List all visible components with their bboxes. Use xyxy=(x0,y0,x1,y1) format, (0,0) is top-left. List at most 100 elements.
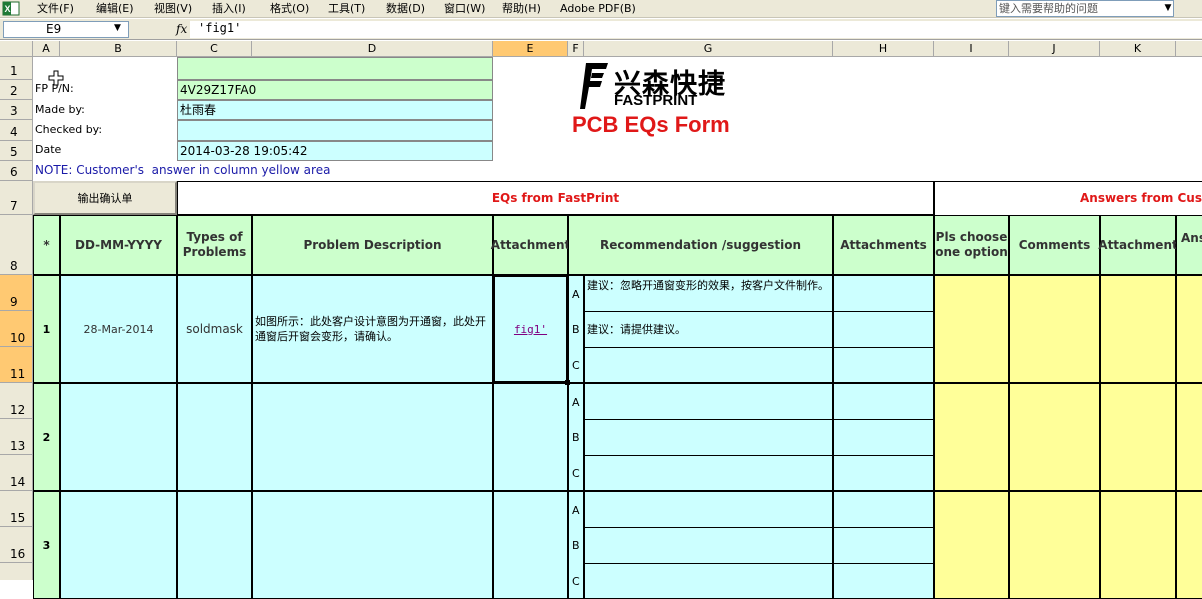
made-by-value[interactable]: 杜雨春 xyxy=(177,100,493,120)
menu-help[interactable]: 帮助(H) xyxy=(502,1,541,16)
menu-view[interactable]: 视图(V) xyxy=(154,1,192,16)
choose-option-cell[interactable] xyxy=(934,383,1009,491)
column-header-c[interactable]: C xyxy=(177,41,252,57)
column-header-i[interactable]: I xyxy=(934,41,1009,57)
made-by-label: Made by: xyxy=(35,103,85,116)
menu-window[interactable]: 窗口(W) xyxy=(444,1,485,16)
option-b-text[interactable]: 建议：请提供建议。 xyxy=(587,322,831,337)
row-header-10[interactable]: 10 xyxy=(0,311,33,347)
chevron-down-icon[interactable]: ▼ xyxy=(114,23,121,33)
row-number: 13 xyxy=(10,439,26,453)
row-number: 6 xyxy=(10,165,18,179)
header-blank-cell[interactable] xyxy=(177,57,493,80)
row-header-16[interactable]: 16 xyxy=(0,527,33,563)
comments-cell[interactable] xyxy=(1009,491,1100,599)
cursor-icon xyxy=(48,70,64,86)
eq-date[interactable] xyxy=(60,491,177,599)
eq-attachment-link[interactable]: fig1' xyxy=(493,275,568,383)
option-a-text[interactable]: 建议：忽略开通窗变形的效果，按客户文件制作。 xyxy=(587,278,831,293)
column-header-g[interactable]: G xyxy=(584,41,833,57)
header-attachment: Attachment xyxy=(491,215,570,275)
date-value[interactable]: 2014-03-28 19:05:42 xyxy=(177,141,493,161)
eq-number: 3 xyxy=(33,491,60,599)
function-icon[interactable]: fx xyxy=(176,22,187,36)
row-header-11[interactable]: 11 xyxy=(0,347,33,383)
fill-handle[interactable] xyxy=(565,380,570,385)
row-header-15[interactable]: 15 xyxy=(0,491,33,527)
eq-type[interactable] xyxy=(177,383,252,491)
answer-cell[interactable] xyxy=(1176,383,1202,491)
column-header-f[interactable]: F xyxy=(568,41,584,57)
name-box[interactable]: E9 xyxy=(3,21,129,38)
row-header-5[interactable]: 5 xyxy=(0,141,33,161)
header-customer-attachment: Attachment xyxy=(1098,215,1178,275)
eq-attachments-cell[interactable] xyxy=(833,383,934,491)
eq-problem-description[interactable] xyxy=(252,491,493,599)
column-header-a[interactable]: A xyxy=(33,41,60,57)
checked-by-label: Checked by: xyxy=(35,123,103,136)
eq-problem-description[interactable]: 如图所示：此处客户设计意图为开通窗，此处开通窗后开窗会变形，请确认。 xyxy=(252,275,493,383)
fp-pn-value[interactable]: 4V29Z17FA0 xyxy=(177,80,493,100)
option-letter: C xyxy=(572,359,580,372)
excel-icon[interactable]: X xyxy=(2,1,20,16)
eq-attachments-cell[interactable] xyxy=(833,275,934,383)
column-header-j[interactable]: J xyxy=(1009,41,1100,57)
menu-tools[interactable]: 工具(T) xyxy=(328,1,365,16)
row-header-1[interactable]: 1 xyxy=(0,57,33,80)
row-header-17[interactable] xyxy=(0,563,33,580)
column-header-b[interactable]: B xyxy=(60,41,177,57)
choose-option-cell[interactable] xyxy=(934,275,1009,383)
formula-input[interactable]: 'fig1' xyxy=(190,21,1202,38)
select-all-corner[interactable] xyxy=(0,41,33,57)
answer-cell[interactable] xyxy=(1176,491,1202,599)
comments-cell[interactable] xyxy=(1009,383,1100,491)
answer-cell[interactable] xyxy=(1176,275,1202,383)
column-header-d[interactable]: D xyxy=(252,41,493,57)
help-search-input[interactable]: 键入需要帮助的问题 xyxy=(996,0,1174,17)
menu-insert[interactable]: 插入(I) xyxy=(212,1,246,16)
eq-type[interactable] xyxy=(177,491,252,599)
checked-by-value[interactable] xyxy=(177,120,493,141)
header-choose-option: Pls choose one option xyxy=(934,215,1009,275)
menu-file[interactable]: 文件(F) xyxy=(37,1,74,16)
eq-attachment-link[interactable] xyxy=(493,491,568,599)
eq-attachment-link[interactable] xyxy=(493,383,568,491)
row-header-4[interactable]: 4 xyxy=(0,120,33,141)
menu-edit[interactable]: 编辑(E) xyxy=(96,1,134,16)
menu-data[interactable]: 数据(D) xyxy=(386,1,425,16)
row-header-3[interactable]: 3 xyxy=(0,100,33,120)
eq-recommendation-cell xyxy=(584,383,833,491)
column-header-k[interactable]: K xyxy=(1100,41,1176,57)
eq-date[interactable]: 28-Mar-2014 xyxy=(60,275,177,383)
export-confirmation-button[interactable]: 输出确认单 xyxy=(33,181,177,215)
row-header-14[interactable]: 14 xyxy=(0,455,33,491)
row-number: 3 xyxy=(10,104,18,118)
row-header-9[interactable]: 9 xyxy=(0,275,33,311)
menu-adobe-pdf[interactable]: Adobe PDF(B) xyxy=(560,1,636,16)
chevron-down-icon[interactable]: ▼ xyxy=(1163,2,1173,15)
eq-type[interactable]: soldmask xyxy=(177,275,252,383)
customer-attachment-cell[interactable] xyxy=(1100,383,1176,491)
row-number: 1 xyxy=(10,64,18,78)
row-number: 4 xyxy=(10,125,18,139)
column-header-h[interactable]: H xyxy=(833,41,934,57)
comments-cell[interactable] xyxy=(1009,275,1100,383)
row-header-8[interactable]: 8 xyxy=(0,215,33,275)
choose-option-cell[interactable] xyxy=(934,491,1009,599)
customer-attachment-cell[interactable] xyxy=(1100,275,1176,383)
menu-format[interactable]: 格式(O) xyxy=(270,1,309,16)
column-header-e[interactable]: E xyxy=(493,41,568,57)
column-header-l[interactable] xyxy=(1176,41,1202,57)
customer-attachment-cell[interactable] xyxy=(1100,491,1176,599)
row-header-12[interactable]: 12 xyxy=(0,383,33,419)
eq-date[interactable] xyxy=(60,383,177,491)
option-letter: A xyxy=(572,396,580,409)
row-header-6[interactable]: 6 xyxy=(0,161,33,181)
eq-recommendation-cell xyxy=(584,491,833,599)
section-customer-header: Answers from Cus xyxy=(934,181,1202,215)
row-header-13[interactable]: 13 xyxy=(0,419,33,455)
eq-problem-description[interactable] xyxy=(252,383,493,491)
row-header-2[interactable]: 2 xyxy=(0,80,33,100)
eq-attachments-cell[interactable] xyxy=(833,491,934,599)
row-header-7[interactable]: 7 xyxy=(0,181,33,215)
